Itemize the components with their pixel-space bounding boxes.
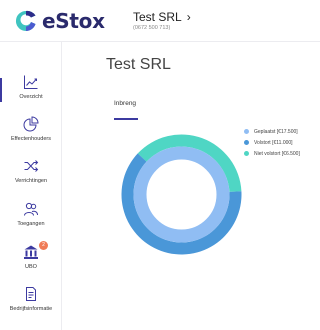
header: eStox Test SRL › (0672 500 713) [0,0,320,42]
donut-chart [121,134,242,255]
sidebar-item-label: Verrichtingen [14,178,48,184]
donut-ring-geplaatst[interactable] [133,146,230,243]
sidebar-item-bedrijfsinformatie[interactable]: Bedrijfsinformatie [0,286,62,312]
inbreng-card: Inbreng Geplaatst [€17.500] Volstort [€1… [104,88,320,330]
brand-logo[interactable]: eStox [14,9,105,33]
bank-icon [24,245,38,259]
legend-label: Geplaatst [€17.500] [254,128,298,135]
legend-item[interactable]: Geplaatst [€17.500] [244,126,300,137]
estox-logo-icon [15,10,36,31]
sidebar-item-ubo[interactable]: 2 UBO [0,241,62,270]
company-number: (0672 500 713) [133,25,171,31]
document-icon [26,287,36,301]
company-name: Test SRL [133,10,182,24]
company-switcher[interactable]: Test SRL › (0672 500 713) [133,10,191,31]
brand-name: eStox [42,9,105,33]
legend-dot-niet-volstort [244,151,249,156]
legend-item[interactable]: Niet volstort [€6.500] [244,148,300,159]
legend-label: Volstort [€11.000] [254,139,293,146]
sidebar-item-label: UBO [25,264,37,270]
app-window: eStox Test SRL › (0672 500 713) Overzich… [0,0,320,330]
sidebar-item-effectenhouders[interactable]: Effectenhouders [0,116,62,142]
sidebar: Overzicht Effectenhouders Verrichtingen [0,42,62,330]
sidebar-item-label: Overzicht [19,94,43,100]
sidebar-item-verrichtingen[interactable]: Verrichtingen [0,158,62,184]
line-chart-icon [24,75,38,89]
legend-dot-volstort [244,140,249,145]
sidebar-item-label: Toegangen [17,221,45,227]
chart-legend: Geplaatst [€17.500] Volstort [€11.000] N… [244,126,300,159]
users-icon [24,202,38,216]
legend-item[interactable]: Volstort [€11.000] [244,137,300,148]
legend-dot-geplaatst [244,129,249,134]
page-title: Test SRL [106,56,171,73]
shuffle-icon [24,160,39,172]
legend-label: Niet volstort [€6.500] [254,150,300,157]
sidebar-item-overzicht[interactable]: Overzicht [0,74,62,100]
sidebar-item-label: Bedrijfsinformatie [9,306,53,312]
card-title: Inbreng [114,100,137,107]
card-title-underline [114,118,138,120]
pie-chart-icon [23,116,39,132]
sidebar-item-toegangen[interactable]: Toegangen [0,201,62,227]
sidebar-item-label: Effectenhouders [11,136,51,142]
chevron-right-icon: › [186,10,191,24]
notification-badge: 2 [39,241,48,250]
